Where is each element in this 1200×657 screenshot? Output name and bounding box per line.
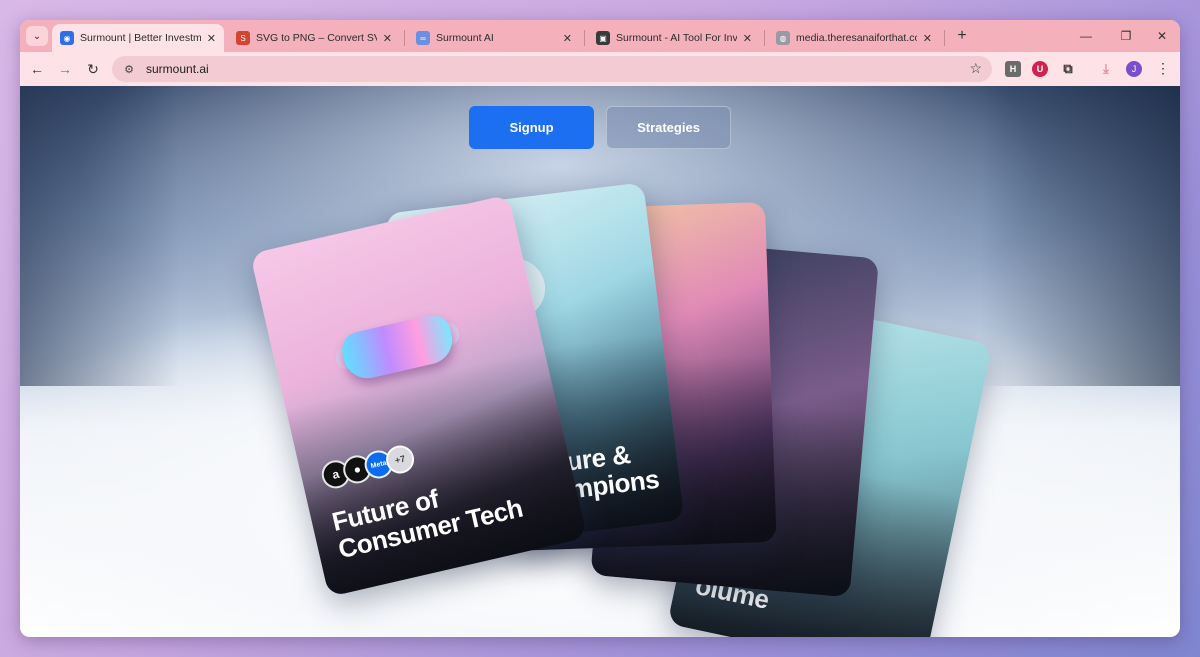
close-icon[interactable]: ✕ xyxy=(383,32,392,45)
tab-divider xyxy=(584,30,585,46)
forward-icon[interactable]: → xyxy=(54,59,76,79)
close-window-icon[interactable]: ✕ xyxy=(1148,26,1176,46)
tab-media[interactable]: ◍ media.theresanaiforthat.com/ic ✕ xyxy=(768,24,940,52)
menu-kebab-icon[interactable]: ⋮ xyxy=(1156,60,1170,77)
tab-title: Surmount AI xyxy=(436,32,494,44)
tab-surmount-ai[interactable]: ∞ Surmount AI ✕ xyxy=(408,24,580,52)
tab-strip: ⌄ ◉ Surmount | Better Investment M ✕ S S… xyxy=(20,20,1180,52)
close-icon[interactable]: ✕ xyxy=(207,32,216,45)
browser-window: ⌄ ◉ Surmount | Better Investment M ✕ S S… xyxy=(20,20,1180,637)
browser-toolbar: ← → ↻ ⚙ surmount.ai ☆ H U ⧉ ⤓ J ⋮ xyxy=(20,52,1180,86)
tab-title: Surmount - AI Tool For Investm xyxy=(616,32,737,44)
close-icon[interactable]: ✕ xyxy=(563,32,572,45)
page-content: Signup Strategies olume er xyxy=(20,86,1180,637)
address-bar[interactable]: ⚙ surmount.ai ☆ xyxy=(112,56,992,82)
restore-icon[interactable]: ❐ xyxy=(1112,26,1140,46)
tab-surmount-ai-tool[interactable]: ▣ Surmount - AI Tool For Investm ✕ xyxy=(588,24,760,52)
site-info-icon[interactable]: ⚙ xyxy=(120,63,138,76)
url-text: surmount.ai xyxy=(146,62,209,76)
tab-divider xyxy=(944,30,945,46)
extension-h-icon[interactable]: H xyxy=(1005,61,1021,77)
tab-divider xyxy=(404,30,405,46)
tab-title: SVG to PNG – Convert SVG files xyxy=(256,32,377,44)
tab-title: Surmount | Better Investment M xyxy=(80,32,201,44)
theresanai-icon: ▣ xyxy=(596,31,610,45)
tab-divider xyxy=(764,30,765,46)
reload-icon[interactable]: ↻ xyxy=(82,59,104,79)
svg-png-icon: S xyxy=(236,31,250,45)
extension-u-icon[interactable]: U xyxy=(1032,61,1048,77)
tab-surmount-main[interactable]: ◉ Surmount | Better Investment M ✕ xyxy=(52,24,224,52)
avatar[interactable]: J xyxy=(1126,61,1142,77)
bookmark-star-icon[interactable]: ☆ xyxy=(969,60,982,77)
card-title: ure & mpions xyxy=(564,439,661,505)
tab-search-icon[interactable]: ⌄ xyxy=(26,26,48,46)
background-shade xyxy=(20,86,180,386)
surmount-icon: ∞ xyxy=(416,31,430,45)
minimize-icon[interactable]: — xyxy=(1072,26,1100,46)
close-icon[interactable]: ✕ xyxy=(743,32,752,45)
signup-button[interactable]: Signup xyxy=(469,106,594,149)
tab-title: media.theresanaiforthat.com/ic xyxy=(796,32,917,44)
download-icon[interactable]: ⤓ xyxy=(1098,61,1114,77)
surmount-icon: ◉ xyxy=(60,31,74,45)
tab-svg-to-png[interactable]: S SVG to PNG – Convert SVG files ✕ xyxy=(228,24,400,52)
back-icon[interactable]: ← xyxy=(26,59,48,79)
background-shade xyxy=(980,86,1180,386)
close-icon[interactable]: ✕ xyxy=(923,32,932,45)
new-tab-icon[interactable]: + xyxy=(952,26,972,46)
extensions-puzzle-icon[interactable]: ⧉ xyxy=(1060,61,1076,77)
globe-icon: ◍ xyxy=(776,31,790,45)
strategies-button[interactable]: Strategies xyxy=(606,106,731,149)
